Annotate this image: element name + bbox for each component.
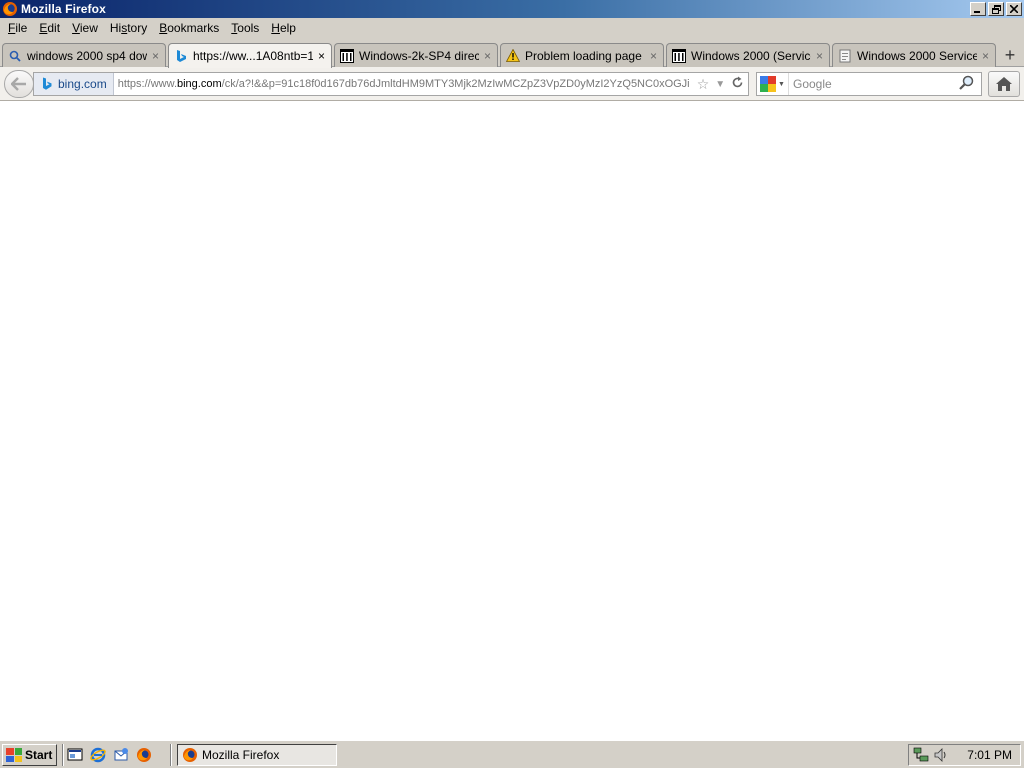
google-icon — [760, 76, 777, 92]
search-icon[interactable] — [959, 75, 974, 94]
firefox-icon — [183, 748, 197, 762]
reload-icon[interactable] — [731, 76, 744, 92]
back-button[interactable] — [4, 70, 34, 98]
search-icon — [8, 49, 22, 63]
close-tab-icon[interactable]: × — [816, 49, 823, 63]
close-tab-icon[interactable]: × — [650, 49, 657, 63]
tab-label: Windows-2k-SP4 direct... — [359, 48, 479, 63]
tab-strip: windows 2000 sp4 dow... × https://ww...1… — [0, 39, 1024, 68]
close-tab-icon[interactable]: × — [484, 49, 491, 63]
archive-icon — [340, 48, 354, 63]
menu-bar: File Edit View History Bookmarks Tools H… — [0, 18, 1024, 39]
navigation-toolbar: bing.com https://www.bing.com/ck/a?!&&p=… — [0, 67, 1024, 101]
show-desktop-icon[interactable] — [66, 746, 84, 764]
window-title-bar[interactable]: Mozilla Firefox — [0, 0, 1024, 18]
network-icon[interactable] — [913, 747, 929, 763]
search-input[interactable] — [793, 77, 953, 91]
minimize-button[interactable] — [970, 2, 986, 16]
close-tab-icon[interactable]: × — [982, 49, 989, 63]
windows-logo-icon — [6, 748, 22, 762]
quick-launch — [66, 746, 158, 764]
menu-bookmarks[interactable]: Bookmarks — [153, 19, 225, 38]
tab-label: https://ww...1A08ntb=1 — [193, 49, 313, 63]
page-content[interactable] — [0, 101, 1024, 740]
tab-problem-loading-page[interactable]: Problem loading page × — [500, 43, 664, 67]
menu-history[interactable]: History — [104, 19, 153, 38]
menu-file[interactable]: File — [2, 19, 33, 38]
home-icon — [996, 77, 1012, 91]
search-bar[interactable]: ▼ — [756, 72, 982, 96]
internet-explorer-icon[interactable] — [89, 746, 107, 764]
close-window-button[interactable] — [1006, 2, 1022, 16]
tab-windows-2000-service-pack[interactable]: Windows 2000 (Service... × — [666, 43, 830, 67]
bing-icon — [174, 49, 188, 63]
url-text[interactable]: https://www.bing.com/ck/a?!&&p=91c18f0d1… — [114, 78, 690, 90]
home-button[interactable] — [988, 71, 1020, 97]
taskbar-separator — [62, 744, 64, 766]
firefox-icon — [3, 2, 17, 16]
restore-icon — [991, 4, 1001, 14]
url-bar[interactable]: bing.com https://www.bing.com/ck/a?!&&p=… — [33, 72, 749, 96]
menu-tools[interactable]: Tools — [225, 19, 265, 38]
site-identity-label: bing.com — [58, 77, 107, 91]
chevron-down-icon: ▼ — [778, 80, 785, 88]
back-arrow-icon — [11, 77, 26, 91]
restore-button[interactable] — [988, 2, 1004, 16]
volume-icon[interactable] — [933, 747, 949, 763]
warning-icon — [506, 49, 520, 63]
new-tab-button[interactable]: + — [998, 43, 1022, 67]
bing-icon — [43, 77, 52, 90]
archive-icon — [672, 48, 686, 63]
taskbar-button-firefox[interactable]: Mozilla Firefox — [177, 744, 337, 766]
close-tab-icon[interactable]: × — [318, 49, 325, 63]
start-button[interactable]: Start — [2, 744, 57, 766]
menu-edit[interactable]: Edit — [33, 19, 66, 38]
close-icon — [1010, 5, 1018, 13]
firefox-quicklaunch-icon[interactable] — [135, 746, 153, 764]
window-title: Mozilla Firefox — [21, 2, 106, 16]
dropdown-arrow-icon[interactable]: ▼ — [715, 79, 725, 90]
menu-view[interactable]: View — [66, 19, 104, 38]
tab-label: windows 2000 sp4 dow... — [27, 48, 147, 63]
start-label: Start — [25, 748, 53, 762]
tab-bing-ck[interactable]: https://ww...1A08ntb=1 × — [168, 43, 332, 68]
site-identity-button[interactable]: bing.com — [34, 73, 114, 95]
search-engine-selector[interactable]: ▼ — [757, 73, 789, 95]
close-tab-icon[interactable]: × — [152, 49, 159, 63]
tab-label: Windows 2000 Service ... — [857, 48, 977, 63]
minimize-icon — [974, 11, 980, 13]
clock[interactable]: 7:01 PM — [967, 748, 1012, 762]
menu-help[interactable]: Help — [265, 19, 302, 38]
outlook-express-icon[interactable] — [112, 746, 130, 764]
tab-windows-2k-sp4-direct[interactable]: Windows-2k-SP4 direct... × — [334, 43, 498, 67]
tab-label: Windows 2000 (Service... — [691, 48, 811, 63]
taskbar: Start Mozilla Firefox 7:01 PM — [0, 740, 1024, 768]
taskbar-button-label: Mozilla Firefox — [202, 748, 280, 762]
tab-label: Problem loading page — [525, 48, 642, 63]
tab-windows-2000-sp4-search[interactable]: windows 2000 sp4 dow... × — [2, 43, 166, 67]
taskbar-separator — [170, 744, 172, 766]
tab-windows-2000-service[interactable]: Windows 2000 Service ... × — [832, 43, 996, 67]
page-icon — [838, 49, 852, 63]
system-tray: 7:01 PM — [908, 744, 1021, 766]
bookmark-star-icon[interactable]: ☆ — [697, 76, 710, 93]
